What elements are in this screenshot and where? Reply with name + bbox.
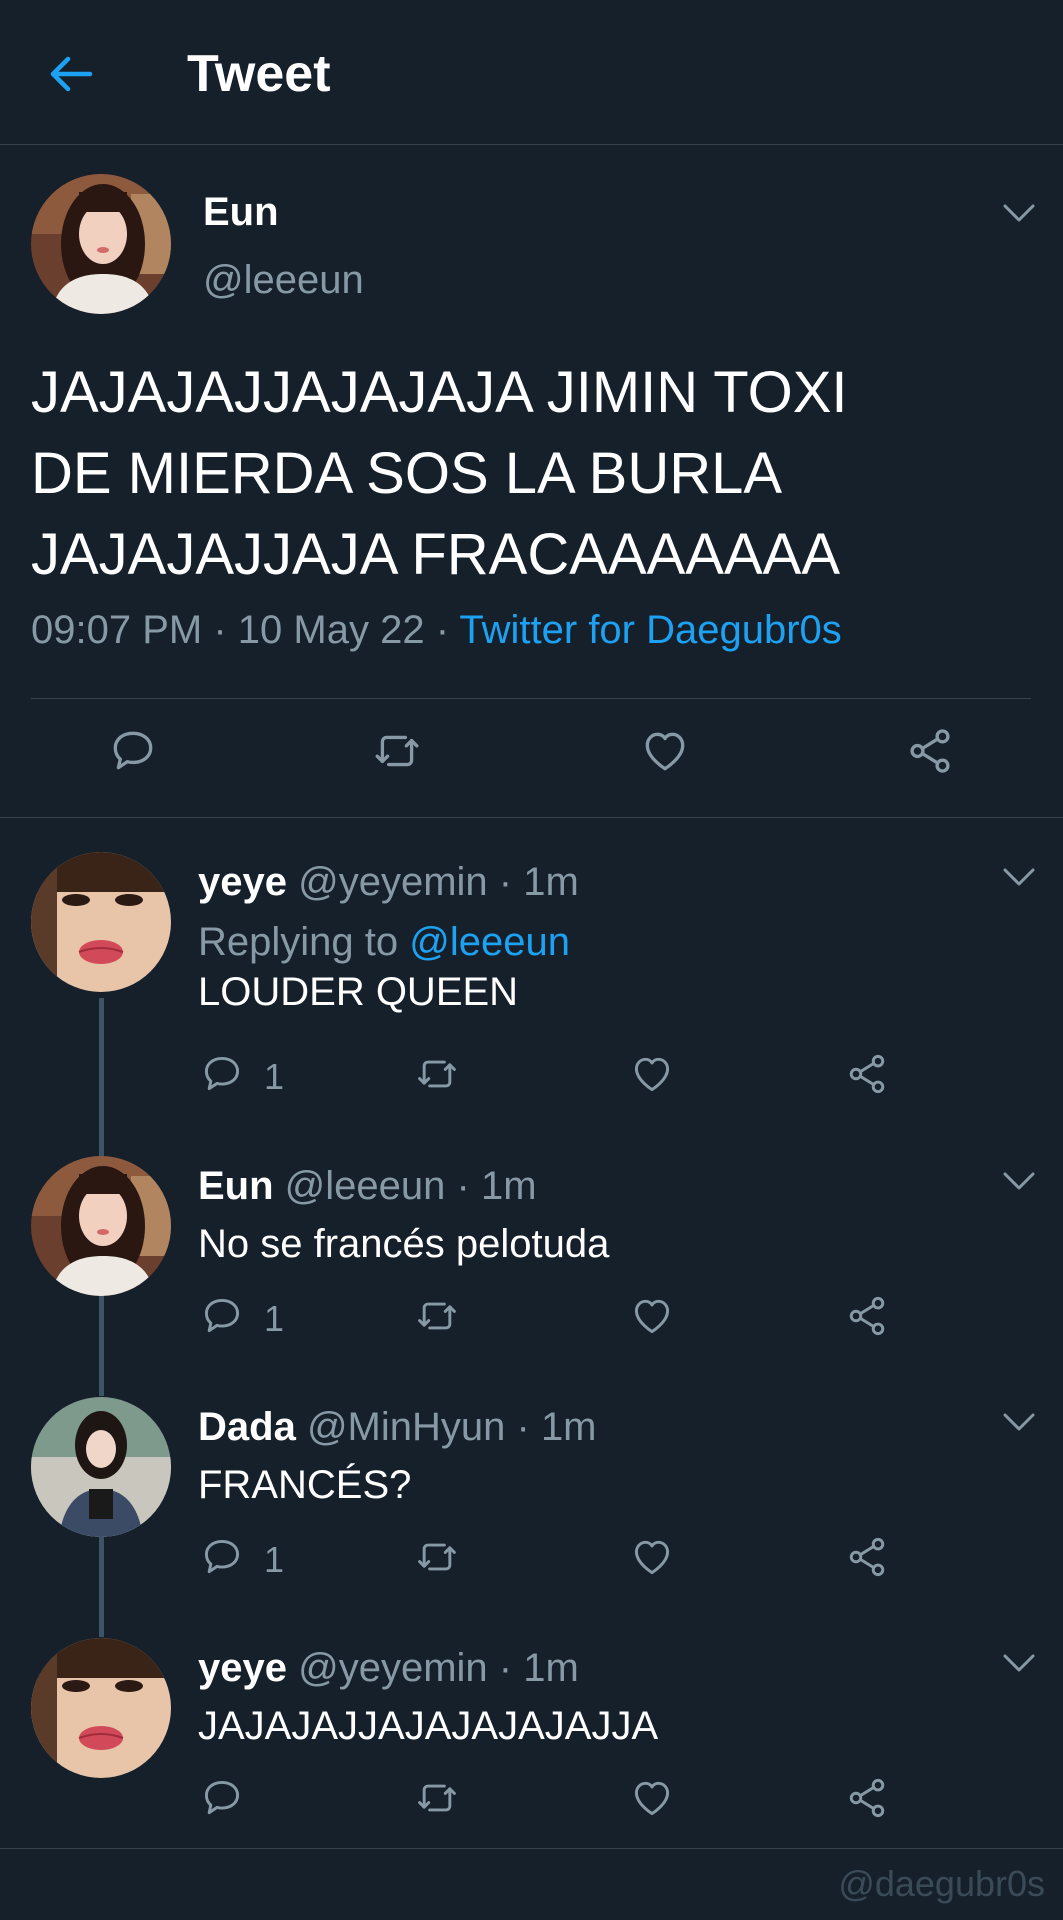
tweet-date: 10 May 22 [237, 608, 425, 652]
author-handle[interactable]: @yeyemin [298, 860, 488, 904]
author-handle[interactable]: @leeeun [285, 1164, 446, 1208]
retweet-icon[interactable] [415, 1294, 459, 1338]
avatar[interactable] [31, 1397, 171, 1537]
avatar[interactable] [31, 852, 171, 992]
back-arrow-icon [44, 46, 100, 102]
reply-time: 1m [523, 1646, 579, 1690]
reply-icon[interactable] [200, 1535, 244, 1579]
author-name[interactable]: Eun [198, 1164, 274, 1208]
tweet-source-link[interactable]: Twitter for Daegubr0s [459, 608, 841, 652]
reply-text: LOUDER QUEEN [198, 970, 519, 1014]
reply-icon[interactable] [200, 1776, 244, 1820]
avatar[interactable] [31, 1638, 171, 1778]
action-bar: 1 [0, 1052, 1063, 1102]
like-icon[interactable] [630, 1294, 674, 1338]
reply-time: 1m [540, 1405, 597, 1449]
reply-header: Dada @MinHyun · 1m [198, 1405, 597, 1449]
divider [31, 698, 1031, 699]
top-bar: Tweet [0, 0, 1063, 145]
chevron-down-icon[interactable] [1002, 1652, 1036, 1674]
like-icon[interactable] [630, 1052, 674, 1096]
reply-header: Eun @leeeun · 1m [198, 1164, 537, 1208]
avatar[interactable] [31, 1156, 171, 1296]
tweet-text: JAJAJAJJAJAJAJA JIMIN TOXI DE MIERDA SOS… [31, 360, 848, 587]
chevron-down-icon[interactable] [1002, 1170, 1036, 1192]
reply-icon[interactable] [108, 726, 158, 776]
action-bar: 1 [0, 1535, 1063, 1585]
reply-text: No se francés pelotuda [198, 1222, 610, 1266]
like-icon[interactable] [630, 1776, 674, 1820]
reply-icon[interactable] [200, 1294, 244, 1338]
reply-time: 1m [480, 1164, 537, 1208]
reply-tweet[interactable]: yeye @yeyemin · 1m JAJAJAJJAJAJAJAJAJJA [0, 1638, 1063, 1838]
page-title: Tweet [187, 45, 331, 103]
chevron-down-icon[interactable] [1002, 1411, 1036, 1433]
reply-icon[interactable] [200, 1052, 244, 1096]
tweet-meta: 09:07 PM · 10 May 22 · Twitter for Daegu… [31, 608, 842, 652]
reply-count: 1 [264, 1056, 285, 1097]
author-handle[interactable]: @leeeun [203, 258, 364, 303]
retweet-icon[interactable] [415, 1776, 459, 1820]
author-handle[interactable]: @MinHyun [307, 1405, 505, 1449]
action-bar [0, 726, 1063, 786]
like-icon[interactable] [630, 1535, 674, 1579]
watermark: @daegubr0s [838, 1863, 1045, 1904]
chevron-down-icon[interactable] [1002, 202, 1036, 224]
reply-tweet[interactable]: Dada @MinHyun · 1m FRANCÉS? 1 [0, 1397, 1063, 1597]
thread-line [99, 1537, 104, 1637]
reply-tweet[interactable]: yeye @yeyemin · 1m Replying to @leeeun L… [0, 852, 1063, 1097]
retweet-icon[interactable] [415, 1052, 459, 1096]
author-name[interactable]: Eun [203, 190, 279, 235]
share-icon[interactable] [845, 1776, 889, 1820]
mention-link[interactable]: @leeeun [409, 920, 570, 964]
chevron-down-icon[interactable] [1002, 866, 1036, 888]
reply-time: 1m [523, 860, 579, 904]
action-bar [0, 1776, 1063, 1826]
replying-to: Replying to @leeeun [198, 920, 570, 964]
divider [0, 1848, 1063, 1849]
like-icon[interactable] [640, 726, 690, 776]
author-name[interactable]: yeye [198, 860, 287, 904]
main-tweet: Eun @leeeun JAJAJAJJAJAJAJA JIMIN TOXI D… [0, 146, 1063, 818]
reply-header: yeye @yeyemin · 1m [198, 860, 579, 904]
retweet-icon[interactable] [372, 726, 422, 776]
retweet-icon[interactable] [415, 1535, 459, 1579]
author-handle[interactable]: @yeyemin [298, 1646, 488, 1690]
back-button[interactable] [44, 46, 100, 102]
author-name[interactable]: yeye [198, 1646, 287, 1690]
reply-count: 1 [264, 1298, 285, 1339]
tweet-time: 09:07 PM [31, 608, 203, 652]
reply-text: FRANCÉS? [198, 1463, 412, 1507]
share-icon[interactable] [845, 1294, 889, 1338]
share-icon[interactable] [845, 1535, 889, 1579]
share-icon[interactable] [845, 1052, 889, 1096]
reply-tweet[interactable]: Eun @leeeun · 1m No se francés pelotuda … [0, 1156, 1063, 1356]
share-icon[interactable] [905, 726, 955, 776]
thread-line [99, 1296, 104, 1396]
reply-count: 1 [264, 1539, 285, 1580]
action-bar: 1 [0, 1294, 1063, 1344]
reply-header: yeye @yeyemin · 1m [198, 1646, 579, 1690]
author-name[interactable]: Dada [198, 1405, 296, 1449]
reply-text: JAJAJAJJAJAJAJAJAJJA [198, 1704, 659, 1748]
avatar[interactable] [31, 174, 171, 314]
